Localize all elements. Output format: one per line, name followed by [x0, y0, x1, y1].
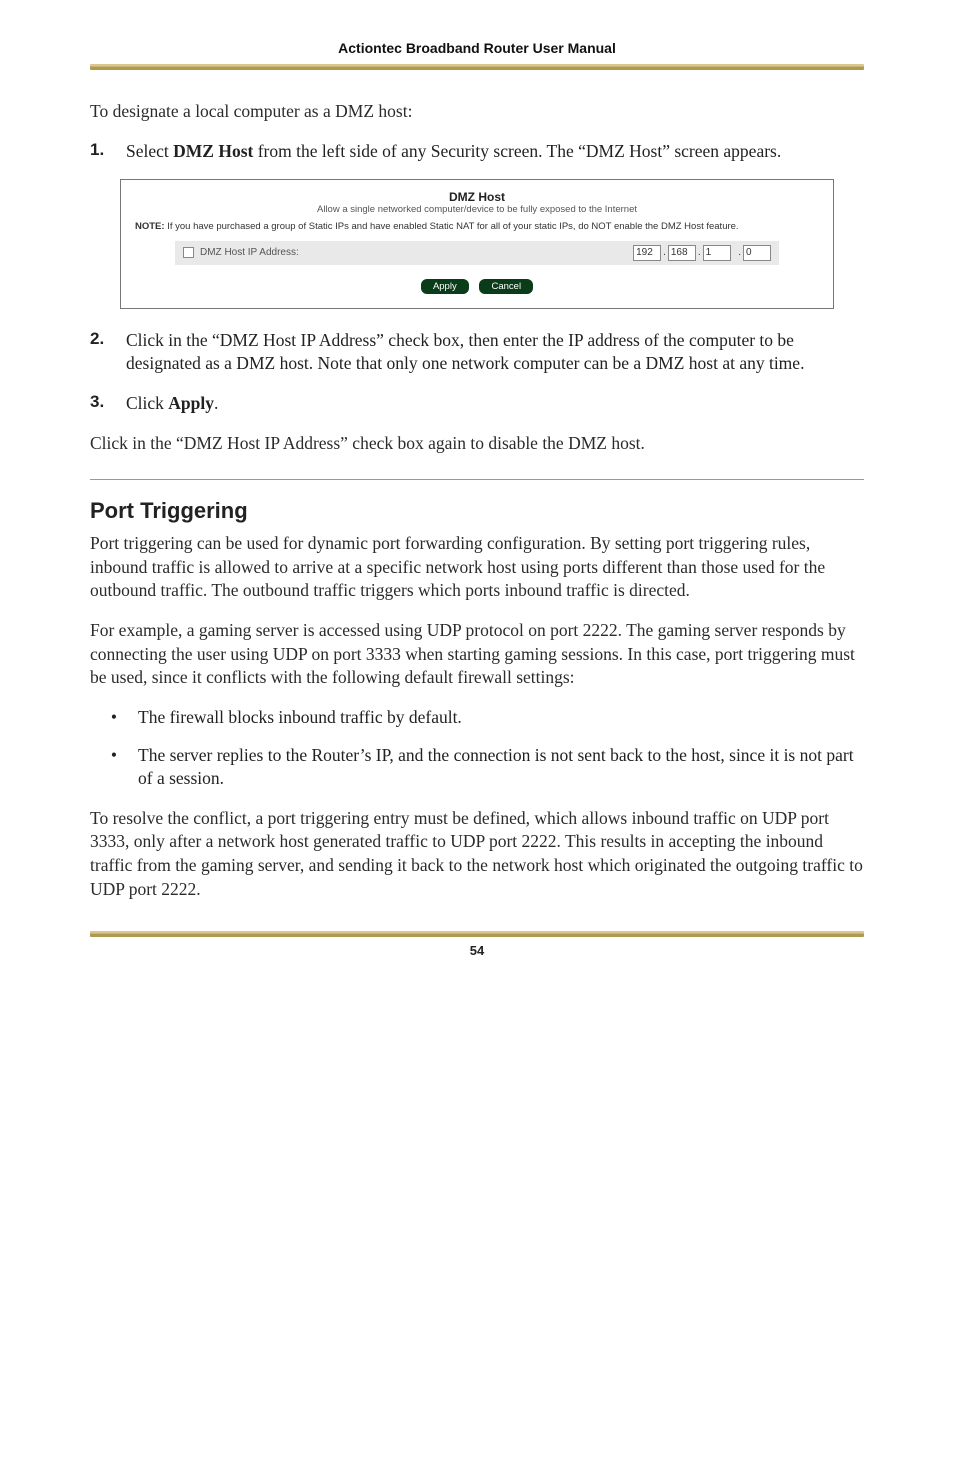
dmz-ip-inputs: 192. 168. 1 . 0	[633, 245, 771, 261]
page-header-title: Actiontec Broadband Router User Manual	[90, 40, 864, 64]
ip-octet-4[interactable]: 0	[743, 245, 771, 261]
step-body: Select DMZ Host from the left side of an…	[126, 140, 781, 164]
cancel-button[interactable]: Cancel	[479, 279, 533, 294]
pt-bullet-list: • The firewall blocks inbound traffic by…	[90, 706, 864, 791]
port-triggering-heading: Port Triggering	[90, 498, 864, 524]
list-item: • The firewall blocks inbound traffic by…	[90, 706, 864, 730]
step-text-bold: Apply	[168, 393, 214, 413]
ip-octet-1[interactable]: 192	[633, 245, 661, 261]
ss-note: NOTE: If you have purchased a group of S…	[135, 221, 819, 232]
ip-octet-2[interactable]: 168	[668, 245, 696, 261]
page-number: 54	[90, 943, 864, 958]
bullet-text: The firewall blocks inbound traffic by d…	[138, 706, 462, 730]
step-body: Click in the “DMZ Host IP Address” check…	[126, 329, 864, 376]
pt-paragraph-1: Port triggering can be used for dynamic …	[90, 532, 864, 603]
step-number: 2.	[90, 329, 126, 376]
ss-note-rest: If you have purchased a group of Static …	[165, 221, 739, 232]
step-body: Click Apply.	[126, 392, 218, 416]
step-2: 2. Click in the “DMZ Host IP Address” ch…	[90, 329, 864, 376]
step-text-post: from the left side of any Security scree…	[253, 141, 781, 161]
after-steps-paragraph: Click in the “DMZ Host IP Address” check…	[90, 432, 864, 456]
bullet-text: The server replies to the Router’s IP, a…	[138, 744, 864, 791]
ss-button-row: Apply Cancel	[135, 279, 819, 294]
step-1: 1. Select DMZ Host from the left side of…	[90, 140, 864, 164]
pt-paragraph-3: To resolve the conflict, a port triggeri…	[90, 807, 864, 902]
step-text-post: .	[214, 393, 218, 413]
footer-divider	[90, 931, 864, 937]
dmz-host-checkbox[interactable]	[183, 247, 194, 258]
steps-list-cont: 2. Click in the “DMZ Host IP Address” ch…	[90, 329, 864, 416]
ip-octet-3[interactable]: 1	[703, 245, 731, 261]
ss-title: DMZ Host	[135, 190, 819, 204]
ss-note-bold: NOTE:	[135, 221, 165, 232]
apply-button[interactable]: Apply	[421, 279, 469, 294]
steps-list: 1. Select DMZ Host from the left side of…	[90, 140, 864, 164]
step-text-pre: Click	[126, 393, 168, 413]
bullet-icon: •	[90, 706, 138, 730]
dmz-ip-label: DMZ Host IP Address:	[200, 247, 299, 258]
step-text-pre: Select	[126, 141, 173, 161]
step-3: 3. Click Apply.	[90, 392, 864, 416]
intro-paragraph: To designate a local computer as a DMZ h…	[90, 100, 864, 124]
ss-subtitle: Allow a single networked computer/device…	[135, 204, 819, 215]
dmz-host-screenshot: DMZ Host Allow a single networked comput…	[120, 179, 834, 308]
step-number: 1.	[90, 140, 126, 164]
list-item: • The server replies to the Router’s IP,…	[90, 744, 864, 791]
dmz-ip-row: DMZ Host IP Address: 192. 168. 1 . 0	[175, 241, 779, 265]
section-divider	[90, 479, 864, 480]
bullet-icon: •	[90, 744, 138, 791]
header-divider	[90, 64, 864, 70]
dmz-ip-label-wrap: DMZ Host IP Address:	[183, 247, 633, 258]
step-text-bold: DMZ Host	[173, 141, 253, 161]
step-number: 3.	[90, 392, 126, 416]
pt-paragraph-2: For example, a gaming server is accessed…	[90, 619, 864, 690]
